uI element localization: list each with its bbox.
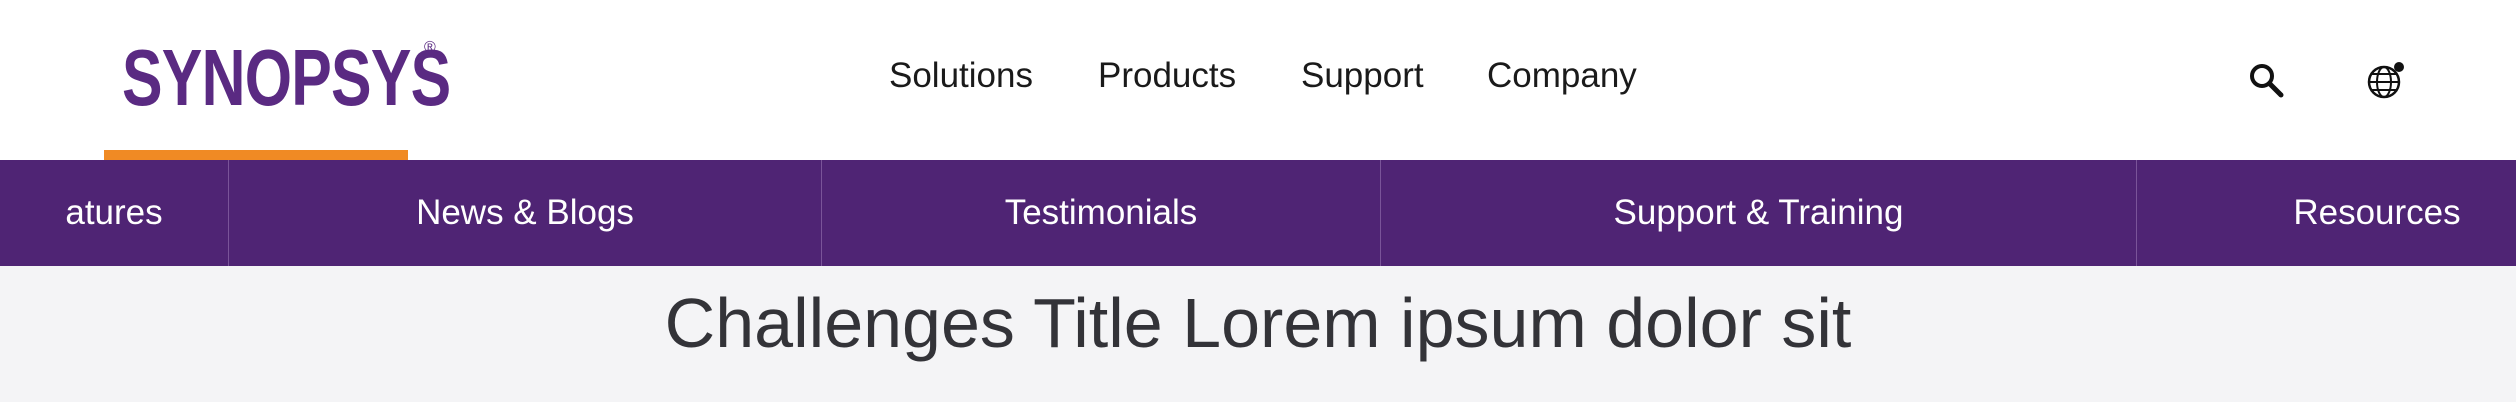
globe-icon (2367, 62, 2404, 99)
search-icon (2250, 64, 2284, 98)
nav-company[interactable]: Company (1487, 48, 1637, 104)
registered-mark: ® (424, 39, 436, 56)
subnav-item-resources[interactable]: Resources (2137, 160, 2516, 266)
active-nav-indicator (104, 150, 408, 160)
section-title: Challenges Title Lorem ipsum dolor sit (664, 284, 1852, 362)
search-button[interactable] (2242, 56, 2290, 104)
nav-solutions[interactable]: Solutions (889, 48, 1033, 104)
site-header: SYNOPSYS ® Solutions Products Support Co… (0, 0, 2516, 160)
language-button[interactable] (2362, 56, 2410, 104)
subnav-item-news-blogs[interactable]: News & Blogs (229, 160, 821, 266)
secondary-nav: atures News & Blogs Testimonials Support… (0, 160, 2516, 266)
subnav-item-testimonials[interactable]: Testimonials (822, 160, 1380, 266)
subnav-item-features[interactable]: atures (0, 160, 228, 266)
nav-products[interactable]: Products (1098, 48, 1236, 104)
nav-support[interactable]: Support (1301, 48, 1424, 104)
page: SYNOPSYS ® Solutions Products Support Co… (0, 0, 2516, 402)
subnav-item-support-training[interactable]: Support & Training (1381, 160, 2136, 266)
content-section: Challenges Title Lorem ipsum dolor sit (0, 266, 2516, 402)
logo-wordmark: SYNOPSYS (122, 33, 451, 122)
synopsys-logo[interactable]: SYNOPSYS ® (104, 32, 451, 132)
